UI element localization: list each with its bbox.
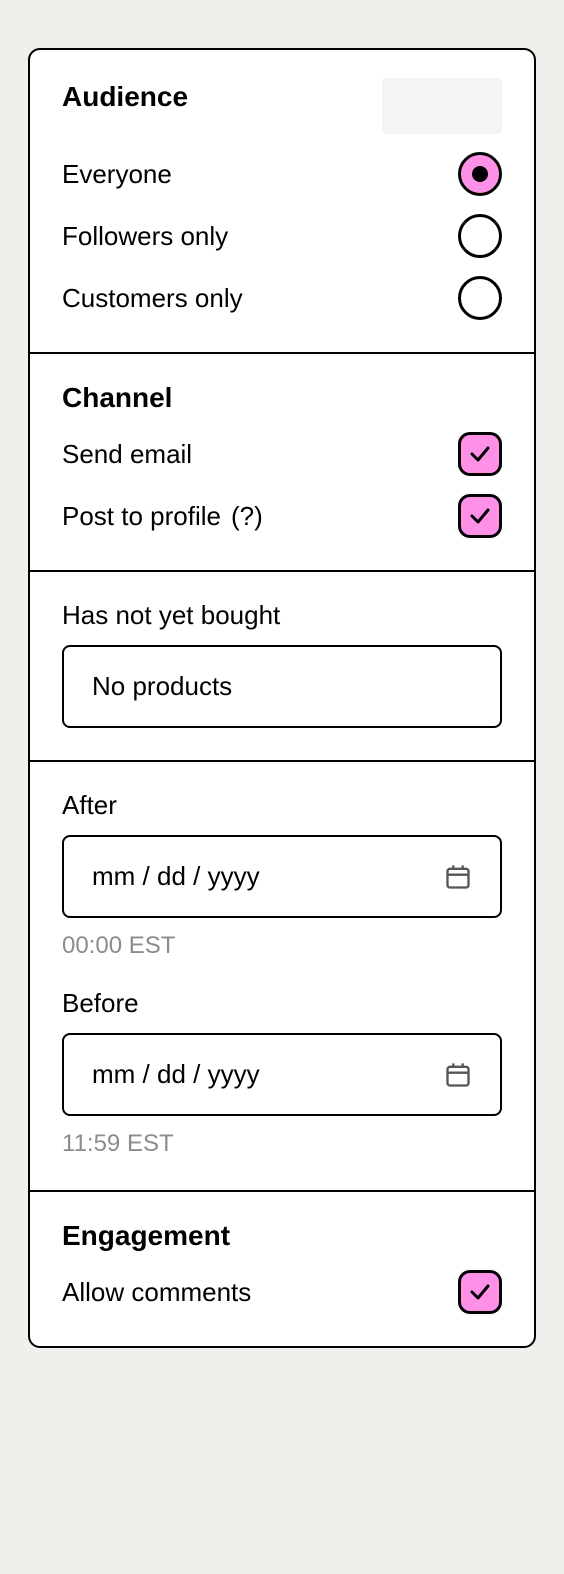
date-range-section: After mm / dd / yyyy 00:00 EST Before mm… [30,762,534,1192]
checkbox-icon [458,1270,502,1314]
radio-icon [458,276,502,320]
audience-option-label: Everyone [62,159,172,190]
audience-option-label: Customers only [62,283,243,314]
audience-option-label: Followers only [62,221,228,252]
audience-section: Audience Everyone Followers only Custome… [30,50,534,354]
bought-title: Has not yet bought [62,600,502,631]
engagement-title: Engagement [62,1220,502,1252]
settings-panel: Audience Everyone Followers only Custome… [28,48,536,1348]
after-placeholder: mm / dd / yyyy [92,861,260,892]
calendar-icon [444,863,472,891]
channel-item-label: Post to profile [62,501,221,532]
audience-option-followers[interactable]: Followers only [62,214,502,258]
radio-icon [458,214,502,258]
audience-option-customers[interactable]: Customers only [62,276,502,320]
engagement-item-label: Allow comments [62,1277,251,1308]
bought-select[interactable]: No products [62,645,502,728]
bought-value: No products [92,671,232,702]
channel-title: Channel [62,382,502,414]
engagement-allow-comments[interactable]: Allow comments [62,1270,502,1314]
channel-item-label: Send email [62,439,192,470]
checkbox-icon [458,432,502,476]
after-hint: 00:00 EST [62,932,502,960]
before-placeholder: mm / dd / yyyy [92,1059,260,1090]
channel-send-email[interactable]: Send email [62,432,502,476]
after-title: After [62,790,502,821]
before-hint: 11:59 EST [62,1130,502,1158]
calendar-icon [444,1061,472,1089]
audience-title: Audience [62,81,188,113]
after-date-input[interactable]: mm / dd / yyyy [62,835,502,918]
placeholder-box [382,78,502,134]
help-icon[interactable]: (?) [231,501,263,532]
radio-icon [458,152,502,196]
bought-section: Has not yet bought No products [30,572,534,762]
audience-option-everyone[interactable]: Everyone [62,152,502,196]
before-date-input[interactable]: mm / dd / yyyy [62,1033,502,1116]
channel-section: Channel Send email Post to profile (?) [30,354,534,572]
checkbox-icon [458,494,502,538]
channel-post-to-profile[interactable]: Post to profile (?) [62,494,502,538]
engagement-section: Engagement Allow comments [30,1192,534,1346]
before-title: Before [62,988,502,1019]
